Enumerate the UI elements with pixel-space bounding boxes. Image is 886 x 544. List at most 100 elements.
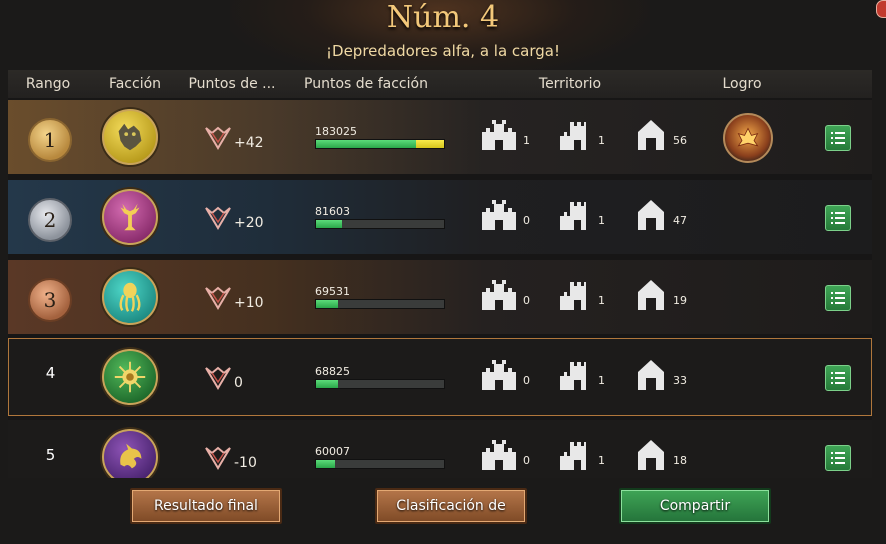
header-faction: Facción	[108, 76, 162, 92]
territory-fortress-count: 1	[598, 134, 605, 147]
faction-points-bar	[315, 379, 445, 389]
territory-keep-count: 19	[673, 294, 687, 307]
rank-medal-bronze: 3	[28, 278, 72, 322]
points-value: -10	[234, 455, 257, 471]
flame-crest-icon	[737, 127, 759, 147]
great-castle-icon	[482, 280, 516, 310]
power-points-icon	[205, 446, 231, 470]
share-button[interactable]: Compartir	[619, 488, 771, 524]
faction-points-bar-overflow	[416, 140, 444, 148]
list-icon	[831, 452, 845, 464]
rank-medal-silver: 2	[28, 198, 72, 242]
dragon-sigil-icon	[120, 443, 142, 469]
dragon-sigil-icon	[102, 429, 158, 478]
keep-icon	[638, 280, 664, 310]
great-castle-icon	[482, 360, 516, 390]
points-value: 0	[234, 375, 243, 391]
faction-points-bar	[315, 139, 445, 149]
sun-spear-sigil-icon	[114, 361, 146, 393]
direwolf-sigil-icon	[102, 109, 158, 165]
table-row: 5 -10 60007 0 1 18	[8, 420, 872, 478]
faction-points-value: 68825	[315, 365, 350, 378]
keep-icon	[638, 440, 664, 470]
header-territory: Territorio	[538, 76, 602, 92]
great-castle-icon	[482, 120, 516, 150]
faction-points-bar-fill	[316, 140, 416, 148]
row-details-button[interactable]	[825, 125, 851, 151]
sun-spear-sigil-icon	[102, 349, 158, 405]
great-castle-icon	[482, 200, 516, 230]
power-points-icon	[205, 206, 231, 230]
territory-great-castle-count: 0	[523, 294, 530, 307]
rank-number: 2	[43, 208, 57, 232]
power-points-icon	[205, 366, 231, 390]
faction-points-bar-fill	[316, 380, 338, 388]
row-details-button[interactable]	[825, 285, 851, 311]
fortress-icon	[560, 122, 586, 150]
faction-points-bar-fill	[316, 460, 335, 468]
faction-points-bar	[315, 299, 445, 309]
territory-great-castle-count: 0	[523, 374, 530, 387]
close-button[interactable]	[876, 0, 886, 18]
fortress-icon	[560, 282, 586, 310]
points-value: +10	[234, 295, 264, 311]
great-castle-icon	[482, 440, 516, 470]
faction-points-bar-fill	[316, 300, 338, 308]
table-row-selected: 4 0 68825 0 1 33	[8, 338, 872, 416]
stag-sigil-icon	[120, 203, 140, 231]
row-details-button[interactable]	[825, 205, 851, 231]
list-icon	[831, 212, 845, 224]
header-achievement: Logro	[722, 76, 762, 92]
header-faction-points: Puntos de facción	[304, 76, 428, 92]
keep-icon	[638, 360, 664, 390]
territory-keep-count: 56	[673, 134, 687, 147]
table-row: 3 +10 69531 0 1 19	[8, 260, 872, 334]
faction-points-value: 183025	[315, 125, 357, 138]
fortress-icon	[560, 442, 586, 470]
power-points-icon	[205, 286, 231, 310]
direwolf-sigil-icon	[118, 123, 142, 151]
faction-points-bar-fill	[316, 220, 342, 228]
ranking-panel: Rango Facción Puntos de ... Puntos de fa…	[8, 70, 872, 478]
territory-fortress-count: 1	[598, 214, 605, 227]
table-header: Rango Facción Puntos de ... Puntos de fa…	[8, 70, 872, 98]
fortress-icon	[560, 362, 586, 390]
kraken-sigil-icon	[102, 269, 158, 325]
row-details-button[interactable]	[825, 365, 851, 391]
territory-great-castle-count: 0	[523, 214, 530, 227]
stag-sigil-icon	[102, 189, 158, 245]
rank-number: 1	[43, 128, 57, 152]
kraken-sigil-icon	[119, 282, 141, 312]
territory-keep-count: 47	[673, 214, 687, 227]
rank-medal-gold: 1	[28, 118, 72, 162]
rank-number: 4	[45, 364, 56, 382]
list-icon	[831, 372, 845, 384]
rank-number: 3	[43, 288, 57, 312]
list-icon	[831, 292, 845, 304]
territory-keep-count: 33	[673, 374, 687, 387]
points-value: +20	[234, 215, 264, 231]
faction-points-value: 81603	[315, 205, 350, 218]
faction-points-bar	[315, 219, 445, 229]
territory-great-castle-count: 0	[523, 454, 530, 467]
faction-points-bar	[315, 459, 445, 469]
table-row: 2 +20 81603 0 1 47	[8, 180, 872, 254]
header-rank: Rango	[25, 76, 71, 92]
fortress-icon	[560, 202, 586, 230]
final-result-button[interactable]: Resultado final	[130, 488, 282, 524]
ranking-button[interactable]: Clasificación de	[375, 488, 527, 524]
header-points: Puntos de ...	[188, 76, 276, 92]
points-value: +42	[234, 135, 264, 151]
faction-points-value: 69531	[315, 285, 350, 298]
territory-keep-count: 18	[673, 454, 687, 467]
rank-number: 5	[45, 446, 56, 464]
territory-fortress-count: 1	[598, 374, 605, 387]
list-icon	[831, 132, 845, 144]
table-row: 1 +42 183025 1 1 56	[8, 100, 872, 174]
faction-points-value: 60007	[315, 445, 350, 458]
ranking-rows: 1 +42 183025 1 1 56 2 +20 81603 0 1 47 3…	[8, 98, 872, 478]
keep-icon	[638, 200, 664, 230]
page-title: Núm. 4	[386, 0, 500, 35]
row-details-button[interactable]	[825, 445, 851, 471]
territory-great-castle-count: 1	[523, 134, 530, 147]
